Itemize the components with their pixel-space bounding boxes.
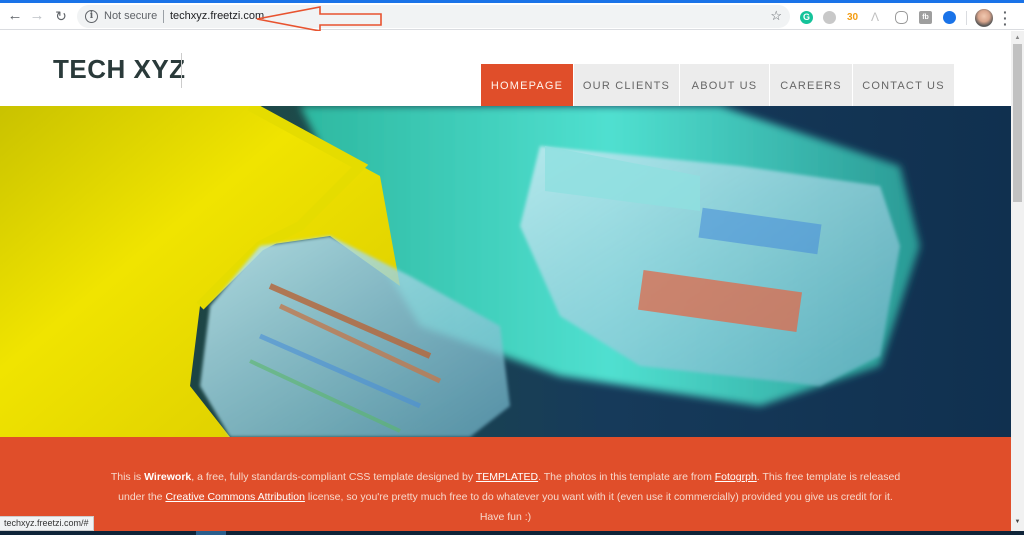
web-page: TECH XYZ HOMEPAGE OUR CLIENTS ABOUT US C… [0,31,1011,535]
security-label: Not secure [104,10,158,22]
templated-link[interactable]: TEMPLATED [476,471,538,483]
browser-toolbar: ← → ↻ i Not secure techxyz.freetzi.com ☆… [0,3,1024,32]
extension-mouse-icon[interactable] [895,11,908,24]
star-icon[interactable]: ☆ [770,8,782,24]
banner-text-5: license, so you're pretty much free to d… [304,491,893,503]
page-scrollbar[interactable]: ▲ ▼ [1011,31,1024,531]
hero-image [0,106,1011,437]
toolbar-separator [966,11,967,25]
extension-fb-icon[interactable]: fb [919,11,932,24]
main-nav: HOMEPAGE OUR CLIENTS ABOUT US CAREERS CO… [481,64,955,108]
nav-homepage[interactable]: HOMEPAGE [481,64,574,108]
nav-careers[interactable]: CAREERS [770,64,853,108]
back-arrow-icon[interactable]: ← [5,6,25,26]
nav-contact-us[interactable]: CONTACT US [853,64,955,108]
taskbar [0,531,1024,535]
banner-text-3: . The photos in this template are from [538,471,715,483]
extension-grey-circle-icon[interactable] [823,11,836,24]
forward-arrow-icon[interactable]: → [27,6,47,26]
nav-our-clients[interactable]: OUR CLIENTS [574,64,680,108]
status-bar-url: techxyz.freetzi.com/# [0,516,94,531]
profile-avatar[interactable] [975,9,993,27]
fotogrph-link[interactable]: Fotogrph [715,471,757,483]
nav-about-us[interactable]: ABOUT US [680,64,770,108]
annotation-arrow-icon [256,6,382,32]
extension-blue-circle-icon[interactable] [943,11,956,24]
banner-text-2: , a free, fully standards-compliant CSS … [191,471,476,483]
scroll-down-icon[interactable]: ▼ [1011,519,1024,527]
hero-photo-illustration [0,106,1011,437]
banner-text-4: . This free template is released [756,471,901,483]
creative-commons-link[interactable]: Creative Commons Attribution [165,491,304,503]
scroll-thumb[interactable] [1013,44,1022,202]
logo-divider [181,53,182,88]
extension-mountain-icon[interactable]: Λ [871,11,884,24]
scroll-up-icon[interactable]: ▲ [1011,35,1024,43]
grammarly-icon[interactable]: G [800,11,813,24]
banner-text-4b: under the [118,491,166,503]
taskbar-item[interactable] [196,531,226,535]
url-text[interactable]: techxyz.freetzi.com [170,10,264,22]
info-banner: This is Wirework, a free, fully standard… [0,437,1011,535]
menu-dots-icon[interactable]: · · · [1003,5,1008,31]
reload-icon[interactable]: ↻ [51,6,71,26]
have-fun-text: Have fun :) [479,511,532,523]
site-logo[interactable]: TECH XYZ [53,54,186,85]
address-bar[interactable]: i Not secure techxyz.freetzi.com ☆ [77,5,790,28]
address-separator [163,10,164,23]
extension-orange-icon[interactable]: 30 [847,11,860,24]
banner-wirework: Wirework [144,471,192,483]
banner-text-1: This is [110,471,145,483]
info-icon[interactable]: i [85,10,98,23]
